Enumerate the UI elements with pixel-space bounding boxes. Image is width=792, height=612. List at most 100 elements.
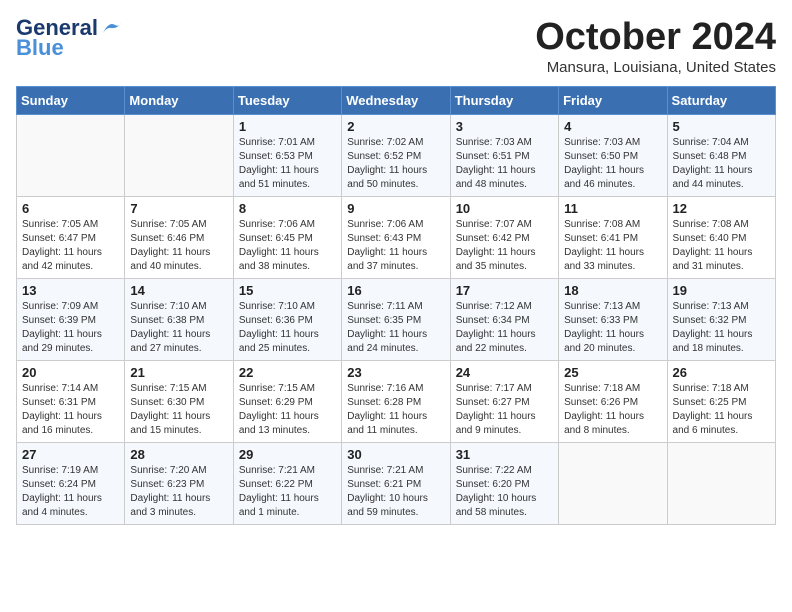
column-header-thursday: Thursday [450, 87, 558, 115]
day-detail: Sunrise: 7:08 AM Sunset: 6:41 PM Dayligh… [564, 218, 661, 274]
day-detail: Sunrise: 7:08 AM Sunset: 6:40 PM Dayligh… [673, 218, 770, 274]
calendar-cell: 31 Sunrise: 7:22 AM Sunset: 6:20 PM Dayli… [450, 443, 558, 525]
day-number: 16 [347, 283, 444, 298]
page-header: General Blue October 2024 Mansura, Louis… [16, 16, 776, 76]
day-number: 29 [239, 447, 336, 462]
calendar-cell: 23Sunrise: 7:16 AM Sunset: 6:28 PM Dayli… [342, 361, 450, 443]
calendar-cell: 12 Sunrise: 7:08 AM Sunset: 6:40 PM Dayli… [667, 197, 775, 279]
day-detail: Sunrise: 7:14 AM Sunset: 6:31 PM Dayligh… [22, 382, 119, 438]
calendar-cell: 29Sunrise: 7:21 AM Sunset: 6:22 PM Dayli… [233, 443, 341, 525]
day-detail: Sunrise: 7:12 AM Sunset: 6:34 PM Dayligh… [456, 300, 553, 356]
calendar-cell: 21Sunrise: 7:15 AM Sunset: 6:30 PM Dayli… [125, 361, 233, 443]
day-detail: Sunrise: 7:05 AM Sunset: 6:46 PM Dayligh… [130, 218, 227, 274]
day-number: 12 [673, 201, 770, 216]
day-detail: Sunrise: 7:02 AM Sunset: 6:52 PM Dayligh… [347, 136, 444, 192]
day-detail: Sunrise: 7:03 AM Sunset: 6:51 PM Dayligh… [456, 136, 553, 192]
day-detail: Sunrise: 7:01 AM Sunset: 6:53 PM Dayligh… [239, 136, 336, 192]
day-number: 30 [347, 447, 444, 462]
title-block: October 2024 Mansura, Louisiana, United … [535, 16, 776, 76]
calendar-cell: 16 Sunrise: 7:11 AM Sunset: 6:35 PM Dayli… [342, 279, 450, 361]
day-detail: Sunrise: 7:19 AM Sunset: 6:24 PM Dayligh… [22, 464, 119, 520]
day-number: 8 [239, 201, 336, 216]
day-detail: Sunrise: 7:05 AM Sunset: 6:47 PM Dayligh… [22, 218, 119, 274]
column-header-saturday: Saturday [667, 87, 775, 115]
day-number: 10 [456, 201, 553, 216]
calendar-cell [125, 115, 233, 197]
day-number: 13 [22, 283, 119, 298]
day-number: 19 [673, 283, 770, 298]
calendar-cell: 19Sunrise: 7:13 AM Sunset: 6:32 PM Dayli… [667, 279, 775, 361]
calendar-cell: 28 Sunrise: 7:20 AM Sunset: 6:23 PM Dayli… [125, 443, 233, 525]
day-number: 18 [564, 283, 661, 298]
day-number: 4 [564, 119, 661, 134]
day-number: 17 [456, 283, 553, 298]
day-detail: Sunrise: 7:09 AM Sunset: 6:39 PM Dayligh… [22, 300, 119, 356]
calendar-cell [17, 115, 125, 197]
day-number: 2 [347, 119, 444, 134]
day-detail: Sunrise: 7:21 AM Sunset: 6:21 PM Dayligh… [347, 464, 444, 520]
calendar-cell: 4 Sunrise: 7:03 AM Sunset: 6:50 PM Daylig… [559, 115, 667, 197]
calendar-cell: 7 Sunrise: 7:05 AM Sunset: 6:46 PM Daylig… [125, 197, 233, 279]
calendar-cell [667, 443, 775, 525]
day-number: 20 [22, 365, 119, 380]
day-number: 21 [130, 365, 227, 380]
logo-blue-text: Blue [16, 36, 64, 60]
day-number: 31 [456, 447, 553, 462]
calendar-cell: 17 Sunrise: 7:12 AM Sunset: 6:34 PM Dayli… [450, 279, 558, 361]
day-detail: Sunrise: 7:03 AM Sunset: 6:50 PM Dayligh… [564, 136, 661, 192]
calendar-cell: 8 Sunrise: 7:06 AM Sunset: 6:45 PM Daylig… [233, 197, 341, 279]
day-detail: Sunrise: 7:07 AM Sunset: 6:42 PM Dayligh… [456, 218, 553, 274]
month-title: October 2024 [535, 16, 776, 59]
day-detail: Sunrise: 7:06 AM Sunset: 6:45 PM Dayligh… [239, 218, 336, 274]
column-header-tuesday: Tuesday [233, 87, 341, 115]
location: Mansura, Louisiana, United States [535, 59, 776, 76]
day-number: 1 [239, 119, 336, 134]
calendar-cell: 1 Sunrise: 7:01 AM Sunset: 6:53 PM Daylig… [233, 115, 341, 197]
column-header-monday: Monday [125, 87, 233, 115]
column-header-sunday: Sunday [17, 87, 125, 115]
logo-bird-icon [101, 19, 123, 37]
day-detail: Sunrise: 7:06 AM Sunset: 6:43 PM Dayligh… [347, 218, 444, 274]
calendar-cell: 10 Sunrise: 7:07 AM Sunset: 6:42 PM Dayli… [450, 197, 558, 279]
day-number: 11 [564, 201, 661, 216]
day-number: 7 [130, 201, 227, 216]
day-number: 5 [673, 119, 770, 134]
day-number: 24 [456, 365, 553, 380]
day-number: 28 [130, 447, 227, 462]
day-detail: Sunrise: 7:11 AM Sunset: 6:35 PM Dayligh… [347, 300, 444, 356]
day-number: 27 [22, 447, 119, 462]
calendar-cell: 5Sunrise: 7:04 AM Sunset: 6:48 PM Daylig… [667, 115, 775, 197]
calendar-cell: 25 Sunrise: 7:18 AM Sunset: 6:26 PM Dayli… [559, 361, 667, 443]
calendar-cell: 24 Sunrise: 7:17 AM Sunset: 6:27 PM Dayli… [450, 361, 558, 443]
day-number: 26 [673, 365, 770, 380]
day-detail: Sunrise: 7:18 AM Sunset: 6:25 PM Dayligh… [673, 382, 770, 438]
day-detail: Sunrise: 7:10 AM Sunset: 6:38 PM Dayligh… [130, 300, 227, 356]
calendar-table: SundayMondayTuesdayWednesdayThursdayFrid… [16, 86, 776, 525]
day-number: 25 [564, 365, 661, 380]
day-detail: Sunrise: 7:20 AM Sunset: 6:23 PM Dayligh… [130, 464, 227, 520]
day-number: 3 [456, 119, 553, 134]
calendar-cell: 26 Sunrise: 7:18 AM Sunset: 6:25 PM Dayli… [667, 361, 775, 443]
column-header-wednesday: Wednesday [342, 87, 450, 115]
day-detail: Sunrise: 7:17 AM Sunset: 6:27 PM Dayligh… [456, 382, 553, 438]
calendar-cell: 20 Sunrise: 7:14 AM Sunset: 6:31 PM Dayli… [17, 361, 125, 443]
day-detail: Sunrise: 7:10 AM Sunset: 6:36 PM Dayligh… [239, 300, 336, 356]
day-detail: Sunrise: 7:15 AM Sunset: 6:29 PM Dayligh… [239, 382, 336, 438]
calendar-cell: 11 Sunrise: 7:08 AM Sunset: 6:41 PM Dayli… [559, 197, 667, 279]
calendar-cell: 22Sunrise: 7:15 AM Sunset: 6:29 PM Dayli… [233, 361, 341, 443]
calendar-cell [559, 443, 667, 525]
day-number: 14 [130, 283, 227, 298]
calendar-cell: 14 Sunrise: 7:10 AM Sunset: 6:38 PM Dayli… [125, 279, 233, 361]
day-detail: Sunrise: 7:18 AM Sunset: 6:26 PM Dayligh… [564, 382, 661, 438]
column-header-friday: Friday [559, 87, 667, 115]
day-detail: Sunrise: 7:16 AM Sunset: 6:28 PM Dayligh… [347, 382, 444, 438]
day-detail: Sunrise: 7:13 AM Sunset: 6:33 PM Dayligh… [564, 300, 661, 356]
calendar-cell: 27 Sunrise: 7:19 AM Sunset: 6:24 PM Dayli… [17, 443, 125, 525]
day-number: 6 [22, 201, 119, 216]
logo: General Blue [16, 16, 123, 60]
calendar-cell: 15Sunrise: 7:10 AM Sunset: 6:36 PM Dayli… [233, 279, 341, 361]
calendar-cell: 9Sunrise: 7:06 AM Sunset: 6:43 PM Daylig… [342, 197, 450, 279]
calendar-cell: 3 Sunrise: 7:03 AM Sunset: 6:51 PM Daylig… [450, 115, 558, 197]
calendar-cell: 18 Sunrise: 7:13 AM Sunset: 6:33 PM Dayli… [559, 279, 667, 361]
day-detail: Sunrise: 7:22 AM Sunset: 6:20 PM Dayligh… [456, 464, 553, 520]
